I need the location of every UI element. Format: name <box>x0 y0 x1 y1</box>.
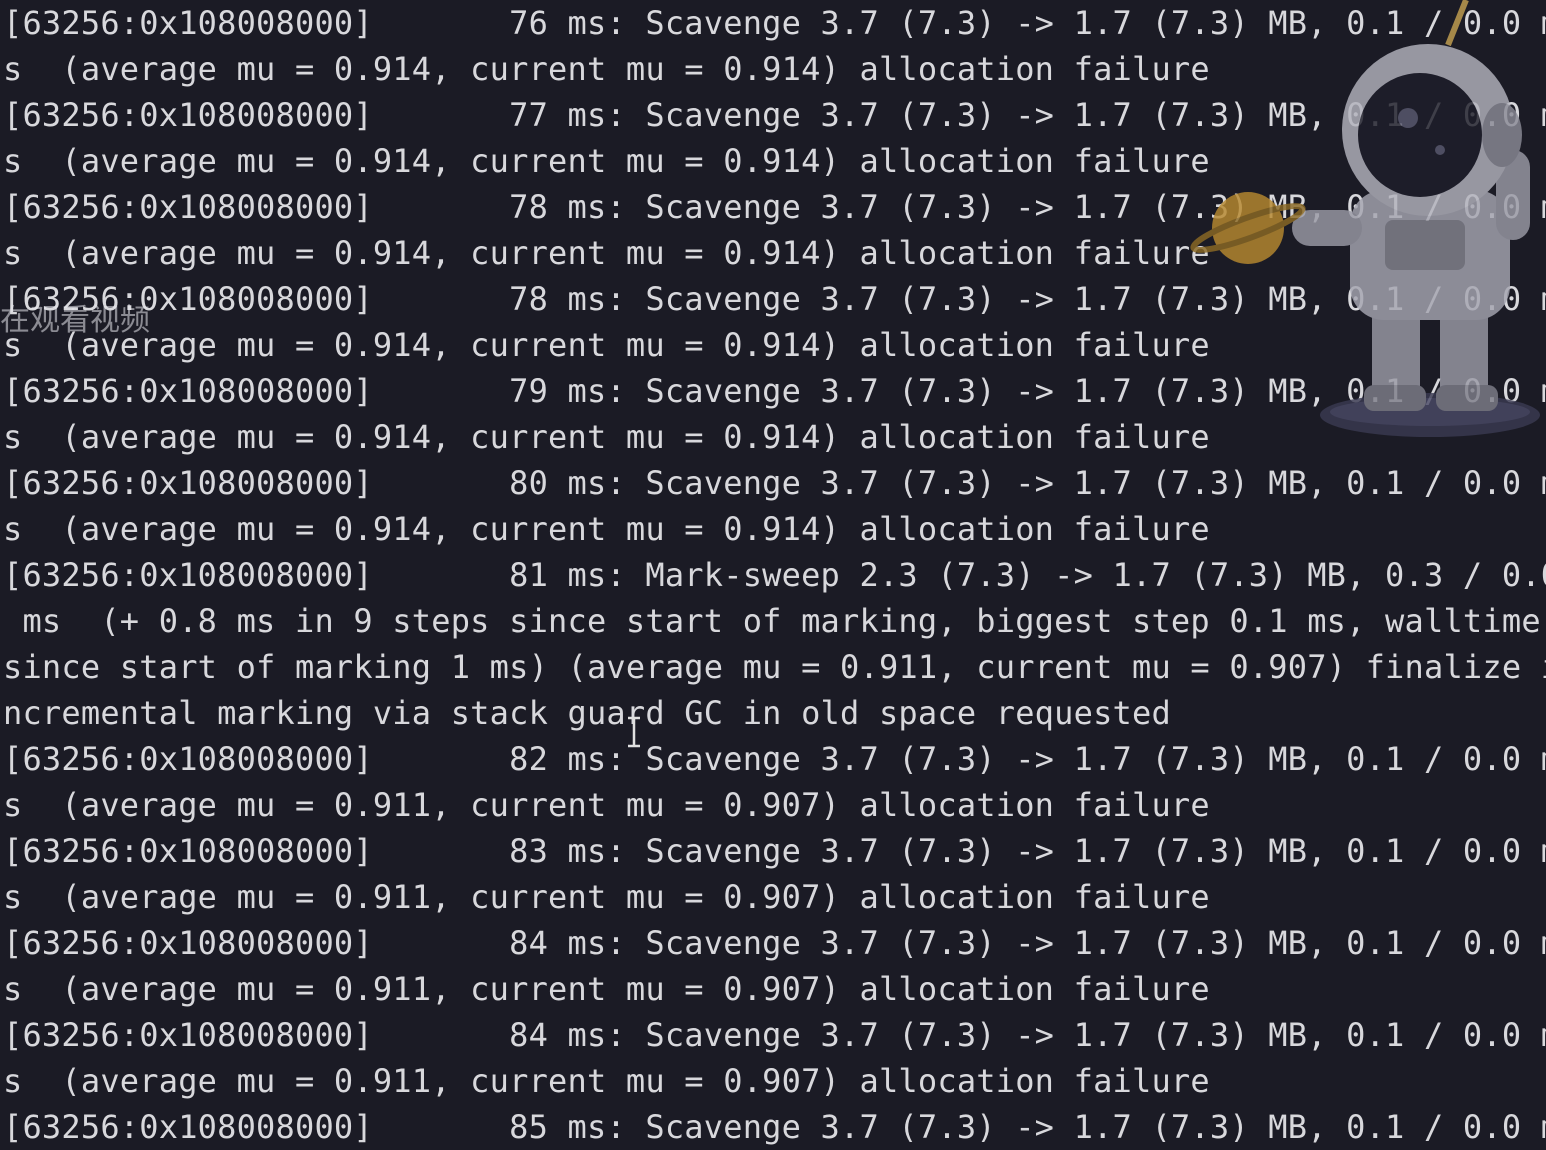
log-line: [63256:0x108008000] 82 ms: Scavenge 3.7 … <box>3 740 1546 778</box>
log-line: [63256:0x108008000] 81 ms: Mark-sweep 2.… <box>3 556 1546 594</box>
log-line: s (average mu = 0.914, current mu = 0.91… <box>3 142 1210 180</box>
log-line: [63256:0x108008000] 84 ms: Scavenge 3.7 … <box>3 1016 1546 1054</box>
log-line: [63256:0x108008000] 76 ms: Scavenge 3.7 … <box>3 4 1546 42</box>
log-line: [63256:0x108008000] 83 ms: Scavenge 3.7 … <box>3 832 1546 870</box>
log-line: [63256:0x108008000] 77 ms: Scavenge 3.7 … <box>3 96 1546 134</box>
log-line: [63256:0x108008000] 84 ms: Scavenge 3.7 … <box>3 924 1546 962</box>
log-line: [63256:0x108008000] 78 ms: Scavenge 3.7 … <box>3 280 1546 318</box>
log-line: [63256:0x108008000] 80 ms: Scavenge 3.7 … <box>3 464 1546 502</box>
log-line: s (average mu = 0.911, current mu = 0.90… <box>3 786 1210 824</box>
log-line: [63256:0x108008000] 79 ms: Scavenge 3.7 … <box>3 372 1546 410</box>
log-line: [63256:0x108008000] 78 ms: Scavenge 3.7 … <box>3 188 1546 226</box>
log-line: s (average mu = 0.911, current mu = 0.90… <box>3 1062 1210 1100</box>
log-line: s (average mu = 0.911, current mu = 0.90… <box>3 970 1210 1008</box>
log-line: s (average mu = 0.914, current mu = 0.91… <box>3 418 1210 456</box>
log-line: ms (+ 0.8 ms in 9 steps since start of m… <box>3 602 1541 640</box>
log-line: [63256:0x108008000] 85 ms: Scavenge 3.7 … <box>3 1108 1546 1146</box>
terminal-output[interactable]: [63256:0x108008000] 76 ms: Scavenge 3.7 … <box>0 0 1546 1150</box>
log-line: s (average mu = 0.914, current mu = 0.91… <box>3 234 1210 272</box>
log-line: s (average mu = 0.914, current mu = 0.91… <box>3 326 1210 364</box>
log-line: since start of marking 1 ms) (average mu… <box>3 648 1546 686</box>
log-line: s (average mu = 0.914, current mu = 0.91… <box>3 50 1210 88</box>
log-line: s (average mu = 0.914, current mu = 0.91… <box>3 510 1210 548</box>
log-line: s (average mu = 0.911, current mu = 0.90… <box>3 878 1210 916</box>
log-line: ncremental marking via stack guard GC in… <box>3 694 1171 732</box>
video-overlay-caption: 在观看视频 <box>0 303 150 338</box>
